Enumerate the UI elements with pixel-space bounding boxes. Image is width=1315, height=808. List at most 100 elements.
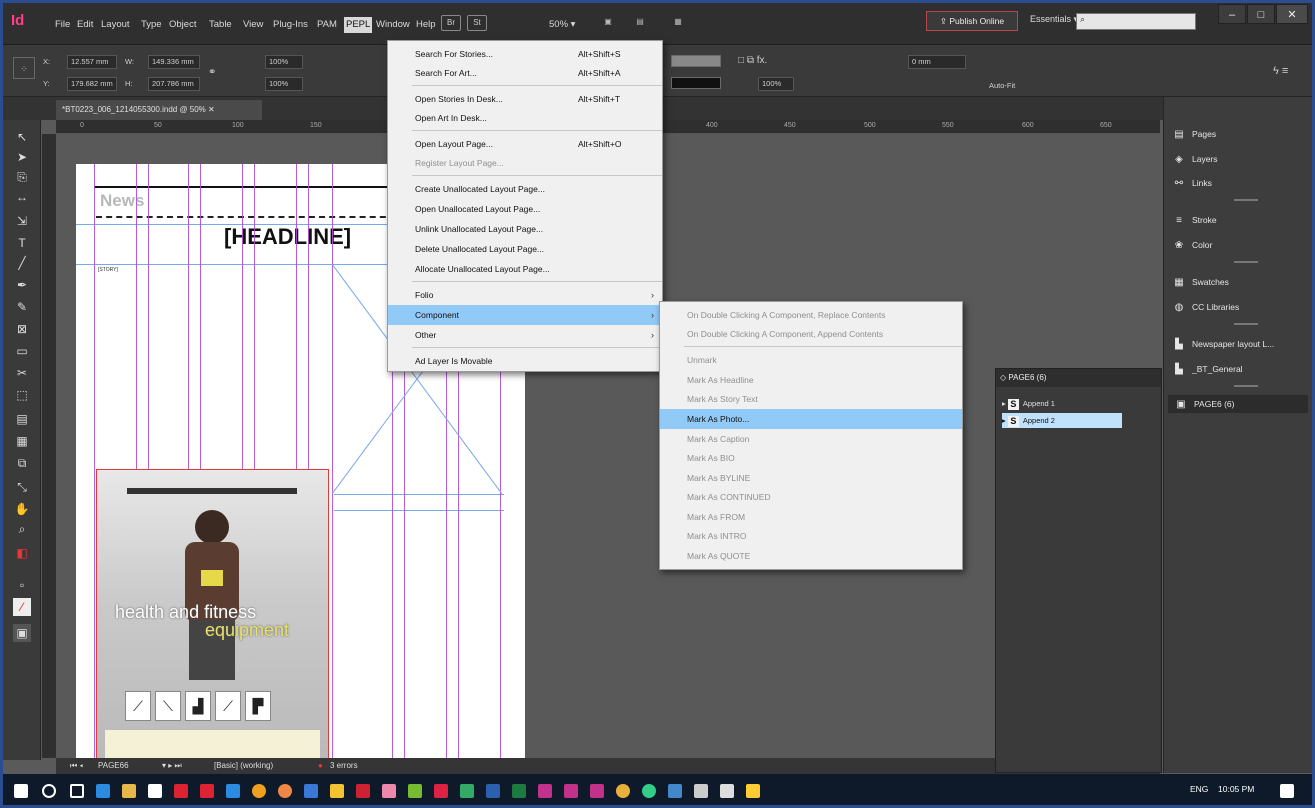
menu-layout[interactable]: Layout: [99, 17, 132, 33]
clock[interactable]: 10:05 PM: [1218, 784, 1254, 794]
menu-view[interactable]: View: [241, 17, 265, 33]
height-field[interactable]: 207.786 mm: [148, 77, 200, 91]
menu-open-art-desk[interactable]: Open Art In Desk...: [388, 108, 662, 128]
fill-stroke-icon[interactable]: ◧: [13, 544, 31, 562]
menu-open-layout-page[interactable]: Open Layout Page... Alt+Shift+O: [388, 134, 662, 154]
auto-fit-checkbox[interactable]: Auto-Fit: [989, 81, 1015, 90]
minimize-button[interactable]: –: [1218, 4, 1246, 24]
app-icon[interactable]: [642, 784, 656, 798]
screen-mode-icon[interactable]: ▣: [13, 624, 31, 642]
app-icon[interactable]: [694, 784, 708, 798]
type-tool-icon[interactable]: T: [13, 234, 31, 252]
app-icon[interactable]: [616, 784, 630, 798]
constrain-proportions-icon[interactable]: ⚭: [208, 67, 216, 78]
scissors-tool-icon[interactable]: ✂: [13, 364, 31, 382]
fill-swatch[interactable]: [671, 55, 721, 67]
menu-edit[interactable]: Edit: [75, 17, 95, 33]
formatting-affects-icon[interactable]: ▫: [13, 576, 31, 594]
menu-delete-unallocated[interactable]: Delete Unallocated Layout Page...: [388, 239, 662, 259]
direct-selection-tool-icon[interactable]: ➤: [13, 148, 31, 166]
menu-unlink-unallocated[interactable]: Unlink Unallocated Layout Page...: [388, 219, 662, 239]
page6-panel[interactable]: ◇ PAGE6 (6) ▸ S Append 1 ▸ S Append 2: [995, 368, 1162, 773]
dock-stroke[interactable]: ≡ Stroke: [1172, 211, 1217, 229]
app-icon[interactable]: [174, 784, 188, 798]
preflight-errors[interactable]: 3 errors: [330, 758, 358, 774]
menu-pepl[interactable]: PEPL: [344, 17, 373, 33]
store-icon[interactable]: [148, 784, 162, 798]
page-nav-next-icon[interactable]: ▾ ▸ ⏭: [162, 758, 182, 774]
component-append-1[interactable]: ▸ S Append 1: [1002, 396, 1055, 411]
dock-links[interactable]: ⚯ Links: [1172, 174, 1212, 192]
app-icon[interactable]: [538, 784, 552, 798]
y-field[interactable]: 179.682 mm: [67, 77, 117, 91]
menu-window[interactable]: Window: [374, 17, 412, 33]
free-transform-tool-icon[interactable]: ⬚: [13, 386, 31, 404]
menu-help[interactable]: Help: [414, 17, 438, 33]
app-icon[interactable]: [408, 784, 422, 798]
dock-layers[interactable]: ◈ Layers: [1172, 150, 1217, 168]
eyedropper-tool-icon[interactable]: ⧉: [13, 454, 31, 472]
offset-field[interactable]: 0 mm: [908, 55, 966, 69]
zoom-level[interactable]: 50% ▾: [547, 17, 577, 33]
bridge-button[interactable]: Br: [441, 15, 461, 31]
windows-start-icon[interactable]: [14, 784, 28, 798]
dock-newspaper-layout[interactable]: ▙ Newspaper layout L...: [1172, 335, 1274, 353]
component-append-2[interactable]: ▸ S Append 2: [1002, 413, 1122, 428]
menu-search-art[interactable]: Search For Art... Alt+Shift+A: [388, 63, 662, 83]
menu-pam[interactable]: PAM: [315, 17, 339, 33]
measure-tool-icon[interactable]: ⤡: [13, 478, 31, 496]
menu-object[interactable]: Object: [167, 17, 198, 33]
pencil-tool-icon[interactable]: ✎: [13, 298, 31, 316]
note-tool-icon[interactable]: ▦: [13, 432, 31, 450]
gradient-tool-icon[interactable]: ▤: [13, 410, 31, 428]
x-field[interactable]: 12.557 mm: [67, 55, 117, 69]
app-icon[interactable]: [460, 784, 474, 798]
menu-other[interactable]: Other ›: [388, 325, 662, 345]
screen-mode-icon[interactable]: ▤: [631, 15, 649, 31]
line-tool-icon[interactable]: ╱: [13, 254, 31, 272]
apply-none-icon[interactable]: ⁄: [13, 598, 31, 616]
rectangle-frame-tool-icon[interactable]: ⊠: [13, 320, 31, 338]
menu-type[interactable]: Type: [139, 17, 164, 33]
menu-file[interactable]: File: [53, 17, 72, 33]
close-button[interactable]: ✕: [1276, 4, 1308, 24]
app-icon[interactable]: [668, 784, 682, 798]
selection-tool-icon[interactable]: ↖: [13, 128, 31, 146]
menu-open-unallocated[interactable]: Open Unallocated Layout Page...: [388, 199, 662, 219]
app-icon[interactable]: [330, 784, 344, 798]
menu-table[interactable]: Table: [207, 17, 234, 33]
notifications-icon[interactable]: [1280, 784, 1294, 798]
file-explorer-icon[interactable]: [122, 784, 136, 798]
app-icon[interactable]: [200, 784, 214, 798]
arrange-documents-icon[interactable]: ▦: [669, 15, 687, 31]
reference-point-icon[interactable]: ⁘: [13, 57, 35, 79]
page-tool-icon[interactable]: ⎘: [13, 168, 31, 186]
master-status[interactable]: [Basic] (working): [214, 758, 273, 774]
menu-allocate-unallocated[interactable]: Allocate Unallocated Layout Page...: [388, 259, 662, 279]
menu-open-stories-desk[interactable]: Open Stories In Desk... Alt+Shift+T: [388, 89, 662, 109]
fx-icon[interactable]: □ ⧉ fx.: [738, 55, 767, 66]
menu-ad-layer-movable[interactable]: Ad Layer Is Movable: [388, 351, 662, 371]
document-tab[interactable]: *BT0223_006_1214055300.indd @ 50% ✕: [56, 100, 262, 120]
opacity-field[interactable]: 100%: [758, 77, 794, 91]
menu-search-stories[interactable]: Search For Stories... Alt+Shift+S: [388, 44, 662, 64]
stock-button[interactable]: St: [467, 15, 487, 31]
task-view-icon[interactable]: [70, 784, 84, 798]
page6-panel-title[interactable]: ◇ PAGE6 (6): [996, 369, 1161, 387]
powerpoint-icon[interactable]: [434, 784, 448, 798]
dock-page6[interactable]: ▣ PAGE6 (6): [1168, 395, 1308, 413]
excel-icon[interactable]: [512, 784, 526, 798]
dock-swatches[interactable]: ▦ Swatches: [1172, 273, 1229, 291]
width-field[interactable]: 149.336 mm: [148, 55, 200, 69]
app-icon[interactable]: [304, 784, 318, 798]
publish-online-button[interactable]: ⇪ Publish Online: [926, 11, 1018, 31]
page-nav-prev-icon[interactable]: ⏮ ◂: [70, 758, 83, 774]
dock-pages[interactable]: ▤ Pages: [1172, 125, 1216, 143]
app-icon[interactable]: [746, 784, 760, 798]
menu-component[interactable]: Component ›: [388, 305, 662, 325]
maximize-button[interactable]: □: [1247, 4, 1275, 24]
stroke-weight-field[interactable]: [671, 77, 721, 89]
content-collector-icon[interactable]: ⇲: [13, 212, 31, 230]
scale-y-field[interactable]: 100%: [265, 77, 303, 91]
firefox-icon[interactable]: [252, 784, 266, 798]
